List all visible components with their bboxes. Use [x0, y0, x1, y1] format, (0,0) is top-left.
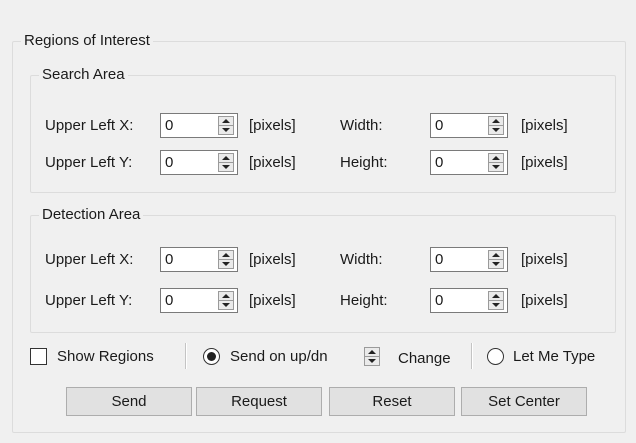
spinbox-value[interactable]: 0	[165, 250, 173, 270]
detection-height-label: Height:	[340, 292, 388, 309]
detection-upper-left-x-label: Upper Left X:	[45, 251, 134, 268]
set-center-button[interactable]: Set Center	[461, 387, 587, 416]
search-width-unit: [pixels]	[521, 117, 568, 134]
reset-button[interactable]: Reset	[329, 387, 455, 416]
regions-of-interest-title: Regions of Interest	[21, 31, 153, 51]
detection-upper-left-y-spinbox[interactable]: 0	[160, 288, 238, 313]
detection-upper-left-y-label: Upper Left Y:	[45, 292, 133, 309]
detection-upper-left-x-unit: [pixels]	[249, 251, 296, 268]
spin-arrows-icon[interactable]	[488, 116, 504, 135]
spinbox-value[interactable]: 0	[435, 116, 443, 136]
detection-height-spinbox[interactable]: 0	[430, 288, 508, 313]
spinbox-value[interactable]: 0	[435, 250, 443, 270]
search-height-spinbox[interactable]: 0	[430, 150, 508, 175]
search-height-label: Height:	[340, 154, 388, 171]
change-label: Change	[398, 350, 451, 367]
spin-arrows-icon[interactable]	[488, 291, 504, 310]
spinbox-value[interactable]: 0	[165, 116, 173, 136]
detection-area-title: Detection Area	[39, 205, 144, 225]
spin-arrows-icon[interactable]	[218, 291, 234, 310]
search-upper-left-x-label: Upper Left X:	[45, 117, 134, 134]
spin-arrows-icon[interactable]	[488, 250, 504, 269]
search-upper-left-x-spinbox[interactable]: 0	[160, 113, 238, 138]
separator	[471, 343, 473, 369]
show-regions-checkbox[interactable]	[30, 348, 47, 365]
search-upper-left-y-label: Upper Left Y:	[45, 154, 133, 171]
search-area-title: Search Area	[39, 65, 128, 85]
send-button[interactable]: Send	[66, 387, 192, 416]
let-me-type-radio[interactable]	[487, 348, 504, 365]
detection-width-spinbox[interactable]: 0	[430, 247, 508, 272]
detection-height-unit: [pixels]	[521, 292, 568, 309]
spinbox-value[interactable]: 0	[165, 291, 173, 311]
spin-arrows-icon[interactable]	[218, 153, 234, 172]
search-upper-left-y-spinbox[interactable]: 0	[160, 150, 238, 175]
show-regions-label[interactable]: Show Regions	[57, 347, 154, 367]
let-me-type-label[interactable]: Let Me Type	[513, 347, 595, 367]
change-spin-icon[interactable]	[364, 347, 380, 366]
detection-width-unit: [pixels]	[521, 251, 568, 268]
request-button[interactable]: Request	[196, 387, 322, 416]
spin-arrows-icon[interactable]	[488, 153, 504, 172]
separator	[185, 343, 187, 369]
detection-area-group: Detection Area	[30, 205, 616, 333]
spin-arrows-icon[interactable]	[218, 250, 234, 269]
detection-upper-left-y-unit: [pixels]	[249, 292, 296, 309]
search-width-label: Width:	[340, 117, 383, 134]
send-on-updn-radio[interactable]	[203, 348, 220, 365]
search-upper-left-x-unit: [pixels]	[249, 117, 296, 134]
search-upper-left-y-unit: [pixels]	[249, 154, 296, 171]
spinbox-value[interactable]: 0	[435, 153, 443, 173]
detection-width-label: Width:	[340, 251, 383, 268]
spin-arrows-icon[interactable]	[218, 116, 234, 135]
spinbox-value[interactable]: 0	[165, 153, 173, 173]
search-height-unit: [pixels]	[521, 154, 568, 171]
send-on-updn-label[interactable]: Send on up/dn	[230, 347, 328, 367]
search-width-spinbox[interactable]: 0	[430, 113, 508, 138]
detection-upper-left-x-spinbox[interactable]: 0	[160, 247, 238, 272]
spinbox-value[interactable]: 0	[435, 291, 443, 311]
